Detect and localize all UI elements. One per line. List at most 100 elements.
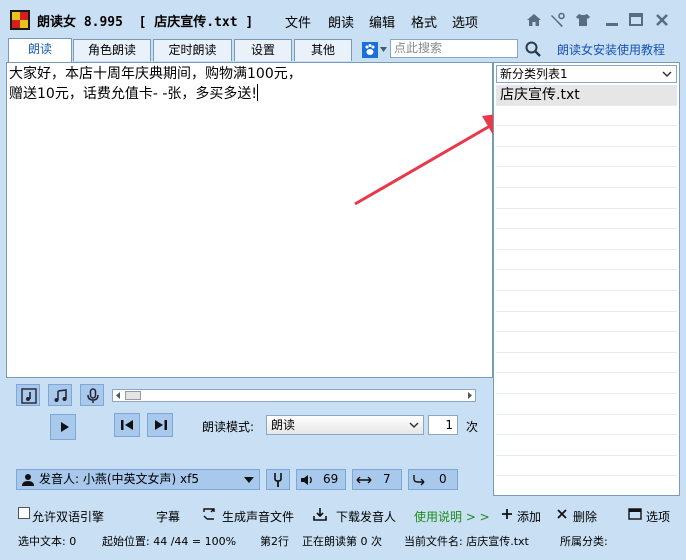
delete-x-icon (557, 509, 567, 519)
scroll-left-icon[interactable] (114, 391, 123, 400)
next-button[interactable] (147, 413, 173, 437)
speed-arrows-icon (356, 476, 372, 484)
list-item-empty (496, 415, 677, 436)
voice-value: 发音人: 小燕(中英文女声) xf5 (39, 472, 199, 486)
close-icon[interactable] (653, 11, 671, 29)
generate-audio-button[interactable]: 生成声音文件 (222, 508, 294, 525)
category-select[interactable]: 新分类列表1 (496, 65, 677, 83)
dropdown-arrow-icon (244, 477, 254, 483)
status-line: 第2行 (260, 535, 289, 548)
menu-options[interactable]: 选项 (452, 12, 478, 31)
music-button[interactable] (48, 384, 72, 406)
search-icon[interactable] (524, 40, 542, 58)
chevron-down-icon (409, 422, 419, 429)
file-list: 店庆宣传.txt (496, 85, 677, 477)
list-item-empty (496, 291, 677, 312)
music-icon (54, 389, 67, 402)
file-panel: 新分类列表1 店庆宣传.txt (493, 62, 680, 496)
read-mode-select[interactable]: 朗读 (266, 415, 424, 435)
previous-button[interactable] (114, 413, 140, 437)
list-item-empty (496, 435, 677, 456)
status-start-position: 起始位置: 44 /44 = 100% (102, 535, 237, 548)
play-icon (61, 422, 69, 432)
list-item-empty (496, 312, 677, 333)
list-item-empty (496, 353, 677, 374)
delete-button[interactable]: 删除 (573, 508, 597, 525)
person-icon (22, 474, 34, 486)
pause-curve-icon (413, 475, 425, 486)
tab-read[interactable]: 朗读 (8, 38, 72, 62)
chevron-down-icon (662, 71, 672, 78)
add-button[interactable]: 添加 (517, 508, 541, 525)
list-item-empty (496, 229, 677, 250)
list-item-empty (496, 167, 677, 188)
list-item-empty (496, 106, 677, 127)
pause-control[interactable]: 0 (408, 469, 458, 490)
list-item-empty (496, 456, 677, 477)
music-note-button[interactable] (16, 384, 40, 406)
window-options-icon (628, 508, 642, 520)
skip-forward-icon (155, 420, 167, 430)
window-title: 朗读女 8.995 [ 店庆宣传.txt ] (37, 15, 254, 30)
list-item[interactable]: 店庆宣传.txt (496, 85, 677, 106)
download-icon (313, 508, 327, 521)
play-button[interactable] (50, 414, 76, 440)
tuning-fork-button[interactable] (266, 469, 290, 490)
menu-read[interactable]: 朗读 (328, 12, 354, 31)
status-current-file: 当前文件名: 店庆宣传.txt (404, 535, 529, 548)
menu-format[interactable]: 格式 (411, 12, 437, 31)
menu-edit[interactable]: 编辑 (369, 12, 395, 31)
instructions-link[interactable]: 使用说明 > > (414, 508, 490, 525)
maximize-icon[interactable] (627, 11, 645, 29)
list-item-empty (496, 373, 677, 394)
subtitle-button[interactable]: 字幕 (156, 508, 180, 525)
tab-other[interactable]: 其他 (294, 39, 352, 61)
repeat-count-input[interactable]: 1 (428, 415, 458, 435)
read-mode-label: 朗读模式: (202, 420, 255, 434)
editor-content: 大家好，本店十周年庆典期间，购物满100元， 赠送10元，话费允值卡- -张，多… (9, 66, 302, 102)
minimize-icon[interactable] (603, 11, 621, 29)
status-category: 所属分类: (560, 535, 608, 548)
scroll-thumb[interactable] (125, 391, 141, 400)
volume-icon (301, 475, 312, 485)
volume-control[interactable]: 69 (296, 469, 346, 490)
tab-role-read[interactable]: 角色朗读 (73, 39, 151, 61)
category-value: 新分类列表1 (500, 67, 568, 81)
shirt-icon[interactable] (574, 11, 592, 29)
microphone-button[interactable] (80, 384, 104, 406)
speed-value: 7 (383, 472, 391, 486)
bottom-toolbar: 允许双语引擎 字幕 生成声音文件 下载发音人 使用说明 > > 添加 删除 选项 (0, 502, 686, 528)
list-item-empty (496, 126, 677, 147)
menu-file[interactable]: 文件 (285, 12, 311, 31)
tools-icon[interactable] (549, 11, 567, 29)
skip-back-icon (121, 420, 133, 430)
scroll-right-icon[interactable] (465, 391, 474, 400)
status-bar: 选中文本: 0 起始位置: 44 /44 = 100% 第2行 正在朗读第 0 … (0, 531, 686, 553)
read-mode-value: 朗读 (271, 418, 296, 432)
status-reading-count: 正在朗读第 0 次 (302, 535, 382, 548)
home-icon[interactable] (525, 11, 543, 29)
speed-control[interactable]: 7 (352, 469, 402, 490)
list-item-empty (496, 394, 677, 415)
volume-value: 69 (323, 472, 339, 486)
list-item-empty (496, 250, 677, 271)
paw-search-engine-icon[interactable] (362, 41, 388, 59)
options-button[interactable]: 选项 (646, 508, 670, 525)
list-item-empty (496, 270, 677, 291)
list-item-empty (496, 209, 677, 230)
pause-value: 0 (439, 472, 447, 486)
search-input[interactable]: 点此搜索 (390, 39, 518, 58)
plus-icon (502, 509, 512, 519)
music-note-icon (21, 388, 37, 404)
allow-dual-checkbox[interactable] (18, 507, 30, 519)
tab-timed-read[interactable]: 定时朗读 (153, 39, 232, 61)
tab-settings[interactable]: 设置 (234, 39, 292, 61)
download-voice-button[interactable]: 下载发音人 (336, 508, 396, 525)
allow-dual-label[interactable]: 允许双语引擎 (32, 508, 104, 525)
voice-select[interactable]: 发音人: 小燕(中英文女声) xf5 (16, 469, 260, 490)
progress-scrollbar[interactable] (112, 389, 476, 402)
install-tutorial-link[interactable]: 朗读女安装使用教程 (557, 41, 665, 58)
list-item-empty (496, 147, 677, 168)
list-item-empty (496, 332, 677, 353)
app-logo-icon (10, 10, 30, 30)
